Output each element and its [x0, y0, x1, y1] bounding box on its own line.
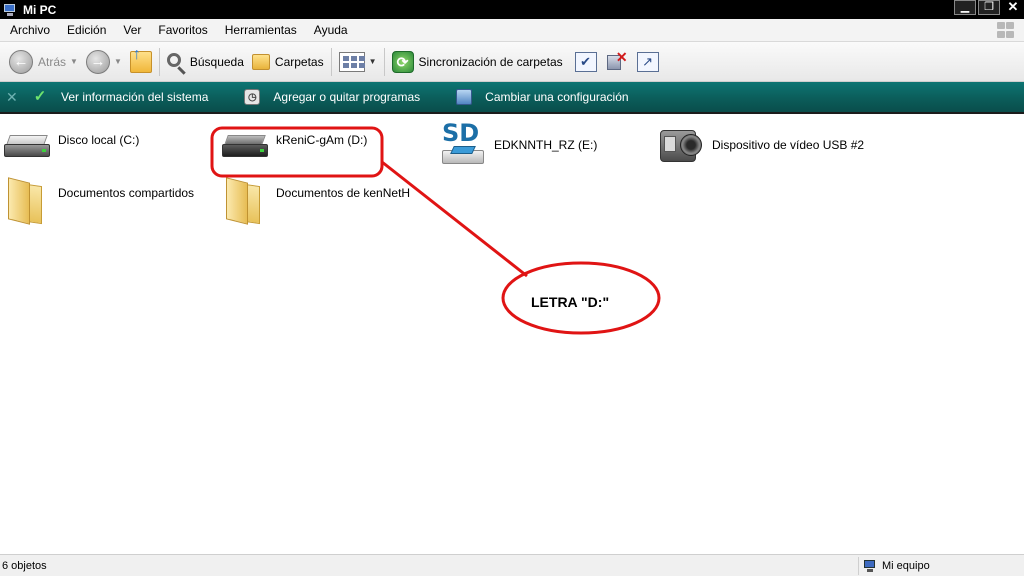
- menu-favoritos[interactable]: Favoritos: [149, 23, 215, 37]
- properties-button[interactable]: ✔: [574, 51, 597, 72]
- title-bar: Mi PC ▁ ❐ ✕: [0, 0, 1024, 19]
- search-icon: [166, 52, 181, 67]
- views-button[interactable]: ▼: [335, 46, 381, 78]
- back-dropdown-icon[interactable]: ▼: [70, 57, 78, 66]
- map-drive-icon: ↗: [642, 53, 654, 69]
- shared-documents-folder[interactable]: Documentos compartidos: [6, 177, 195, 225]
- device-label: Dispositivo de vídeo USB #2: [712, 138, 865, 152]
- drive-label: Disco local (C:): [58, 133, 140, 147]
- status-zone: Mi equipo: [858, 556, 1024, 575]
- close-tasks-icon[interactable]: ✕: [6, 89, 18, 106]
- task-label: Cambiar una configuración: [485, 90, 629, 104]
- views-icon: [338, 51, 365, 72]
- zone-label: Mi equipo: [882, 559, 930, 572]
- restore-icon: ❐: [984, 1, 994, 13]
- menu-archivo[interactable]: Archivo: [0, 23, 58, 37]
- toolbar: ← Atrás ▼ → ▼ Búsqueda Carpetas ▼ ⟳ Sinc…: [0, 42, 1024, 82]
- my-computer-icon: [863, 559, 877, 572]
- folder-icon: [224, 177, 270, 225]
- programs-icon: ◷: [244, 89, 261, 105]
- views-dropdown-icon: ▼: [368, 57, 377, 66]
- search-button[interactable]: Búsqueda: [163, 46, 248, 78]
- task-label: Agregar o quitar programas: [273, 90, 421, 104]
- removable-drive-icon: [222, 134, 268, 158]
- task-add-remove-programs[interactable]: ◷ Agregar o quitar programas: [244, 89, 420, 105]
- forward-button[interactable]: → ▼: [82, 46, 126, 78]
- search-label: Búsqueda: [189, 54, 244, 69]
- task-change-setting[interactable]: Cambiar una configuración: [456, 89, 629, 105]
- menu-bar: Archivo Edición Ver Favoritos Herramient…: [0, 19, 1024, 42]
- forward-dropdown-icon[interactable]: ▼: [114, 57, 122, 66]
- task-label: Ver información del sistema: [61, 90, 209, 104]
- map-drive-button[interactable]: ↗: [636, 51, 659, 72]
- folders-label: Carpetas: [274, 54, 324, 69]
- drive-d[interactable]: kReniC-gAm (D:): [222, 133, 368, 158]
- drive-label: kReniC-gAm (D:): [276, 133, 368, 147]
- minimize-icon: ▁: [960, 1, 970, 13]
- folders-icon: [251, 53, 270, 70]
- video-camera-icon: [658, 124, 706, 166]
- sync-label: Sincronización de carpetas: [418, 54, 563, 69]
- drive-c[interactable]: Disco local (C:): [4, 133, 140, 158]
- properties-icon: ✔: [580, 53, 592, 69]
- folders-button[interactable]: Carpetas: [248, 46, 328, 78]
- close-icon: ✕: [1007, 0, 1019, 14]
- menu-edicion[interactable]: Edición: [58, 23, 114, 37]
- restore-button[interactable]: ❐: [978, 0, 1000, 15]
- object-count: 6 objetos: [2, 559, 47, 572]
- status-bar: 6 objetos Mi equipo: [0, 554, 1024, 576]
- annotation-text: LETRA "D:": [531, 294, 610, 310]
- file-view: Disco local (C:) kReniC-gAm (D:) SD EDKN…: [0, 116, 1024, 552]
- computer-icon: [3, 3, 19, 17]
- back-arrow-icon: ←: [9, 49, 33, 74]
- window-title: Mi PC: [23, 2, 57, 17]
- folder-label: Documentos compartidos: [58, 186, 195, 200]
- control-panel-icon: [456, 89, 473, 105]
- sync-folders-button[interactable]: ⟳ Sincronización de carpetas: [388, 46, 567, 78]
- usb-video-device[interactable]: Dispositivo de vídeo USB #2: [658, 124, 864, 166]
- toolbar-separator: [330, 47, 332, 76]
- drive-label: EDKNNTH_RZ (E:): [494, 138, 598, 152]
- folder-up-icon: [129, 46, 152, 73]
- menu-herramientas[interactable]: Herramientas: [216, 23, 305, 37]
- folder-label: Documentos de kenNetH: [276, 186, 411, 200]
- close-button[interactable]: ✕: [1002, 0, 1024, 15]
- sync-icon: ⟳: [391, 50, 414, 73]
- forward-arrow-icon: →: [85, 49, 110, 74]
- up-folder-button[interactable]: [126, 46, 156, 78]
- delete-button[interactable]: ✕: [606, 49, 628, 72]
- checkmark-icon: ✓: [33, 88, 47, 105]
- hard-drive-icon: [4, 134, 50, 158]
- menu-ayuda[interactable]: Ayuda: [305, 23, 356, 37]
- folder-icon: [6, 177, 52, 225]
- task-system-info[interactable]: ✓ Ver información del sistema: [32, 88, 209, 105]
- task-bar: ✕ ✓ Ver información del sistema ◷ Agrega…: [0, 82, 1024, 114]
- minimize-button[interactable]: ▁: [954, 0, 976, 15]
- windows-logo-icon: [996, 21, 1016, 39]
- back-label: Atrás: [38, 54, 67, 69]
- toolbar-separator: [158, 47, 160, 76]
- menu-ver[interactable]: Ver: [114, 23, 149, 37]
- toolbar-separator: [383, 47, 385, 76]
- sd-card-icon: SD: [440, 119, 486, 168]
- user-documents-folder[interactable]: Documentos de kenNetH: [224, 177, 411, 225]
- back-button[interactable]: ← Atrás ▼: [5, 46, 82, 78]
- drive-e[interactable]: SD EDKNNTH_RZ (E:): [440, 119, 598, 168]
